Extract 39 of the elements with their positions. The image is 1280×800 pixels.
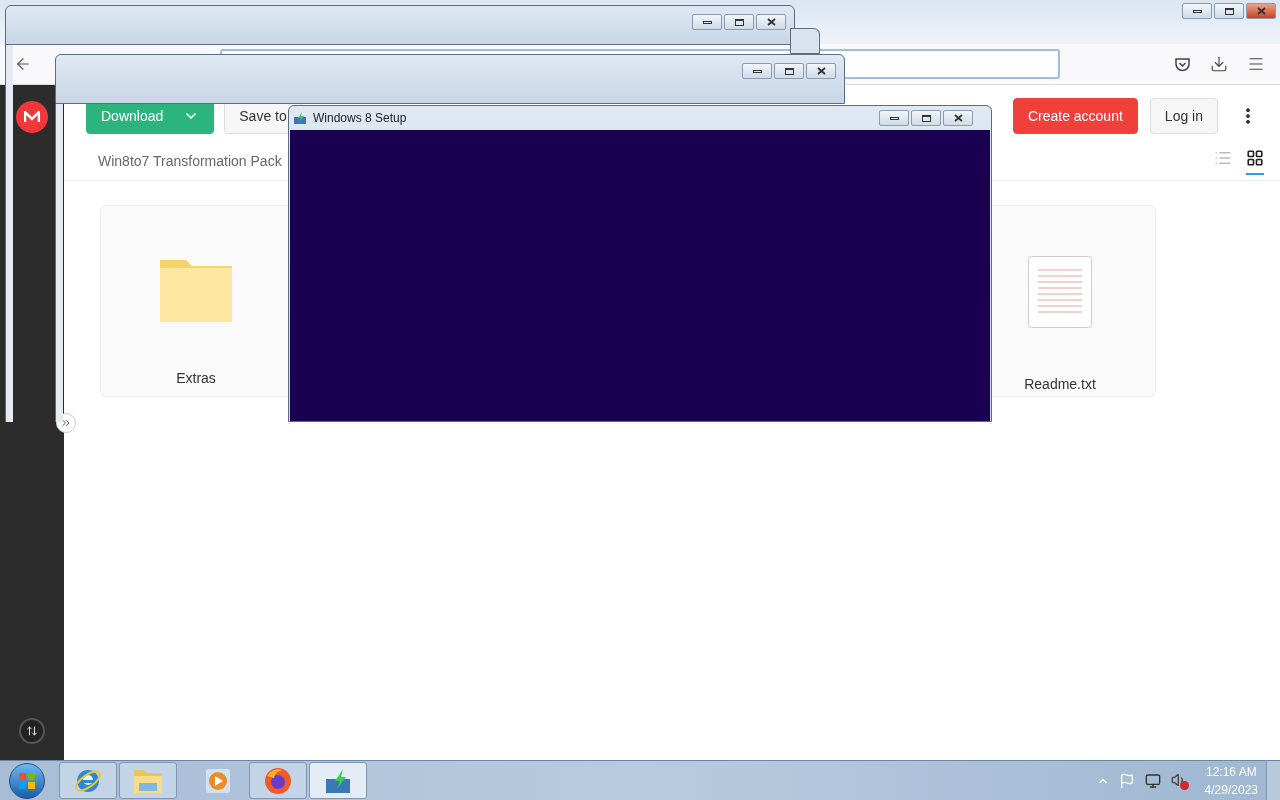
taskbar-button[interactable] — [309, 762, 367, 799]
start-logo-icon — [18, 771, 36, 790]
close-icon — [1256, 7, 1266, 15]
file-name: Readme.txt — [1024, 375, 1096, 394]
close-button[interactable] — [756, 14, 786, 30]
close-icon — [766, 18, 776, 26]
chevrons-right-icon — [60, 417, 72, 429]
minimize-button[interactable] — [1182, 3, 1212, 19]
download-icon[interactable] — [1210, 55, 1228, 73]
window-title: Windows 8 Setup — [313, 110, 407, 127]
back-icon[interactable] — [14, 55, 32, 73]
minimize-button[interactable] — [879, 110, 909, 126]
close-icon — [953, 114, 963, 122]
minimize-button[interactable] — [692, 14, 722, 30]
network-icon[interactable] — [1144, 772, 1161, 789]
transfer-icon[interactable] — [19, 718, 45, 744]
taskbar-button[interactable] — [249, 762, 307, 799]
maximize-button[interactable] — [1214, 3, 1244, 19]
close-button[interactable] — [806, 63, 836, 79]
text-file-icon — [1028, 256, 1092, 328]
pocket-icon[interactable] — [1174, 55, 1191, 73]
fox-globe-icon — [263, 765, 293, 796]
volume-muted-icon[interactable] — [1170, 771, 1189, 790]
maximize-button[interactable] — [724, 14, 754, 30]
close-icon — [816, 67, 826, 75]
start-button[interactable] — [9, 762, 45, 799]
logo-icon[interactable] — [16, 101, 48, 133]
close-button[interactable] — [943, 110, 973, 126]
maximize-button[interactable] — [774, 63, 804, 79]
close-button[interactable] — [1246, 3, 1276, 19]
action-button[interactable]: Log in — [1149, 98, 1218, 134]
minimize-button[interactable] — [742, 63, 772, 79]
breadcrumb[interactable]: Win8to7 Transformation Pack — [98, 151, 282, 172]
file-name: Extras — [176, 369, 216, 388]
play-icon — [205, 767, 231, 794]
grid-view-icon[interactable] — [1246, 148, 1264, 175]
menu-icon[interactable] — [1247, 55, 1265, 73]
maximize-button[interactable] — [911, 110, 941, 126]
action-button[interactable]: Create account — [1012, 98, 1138, 134]
